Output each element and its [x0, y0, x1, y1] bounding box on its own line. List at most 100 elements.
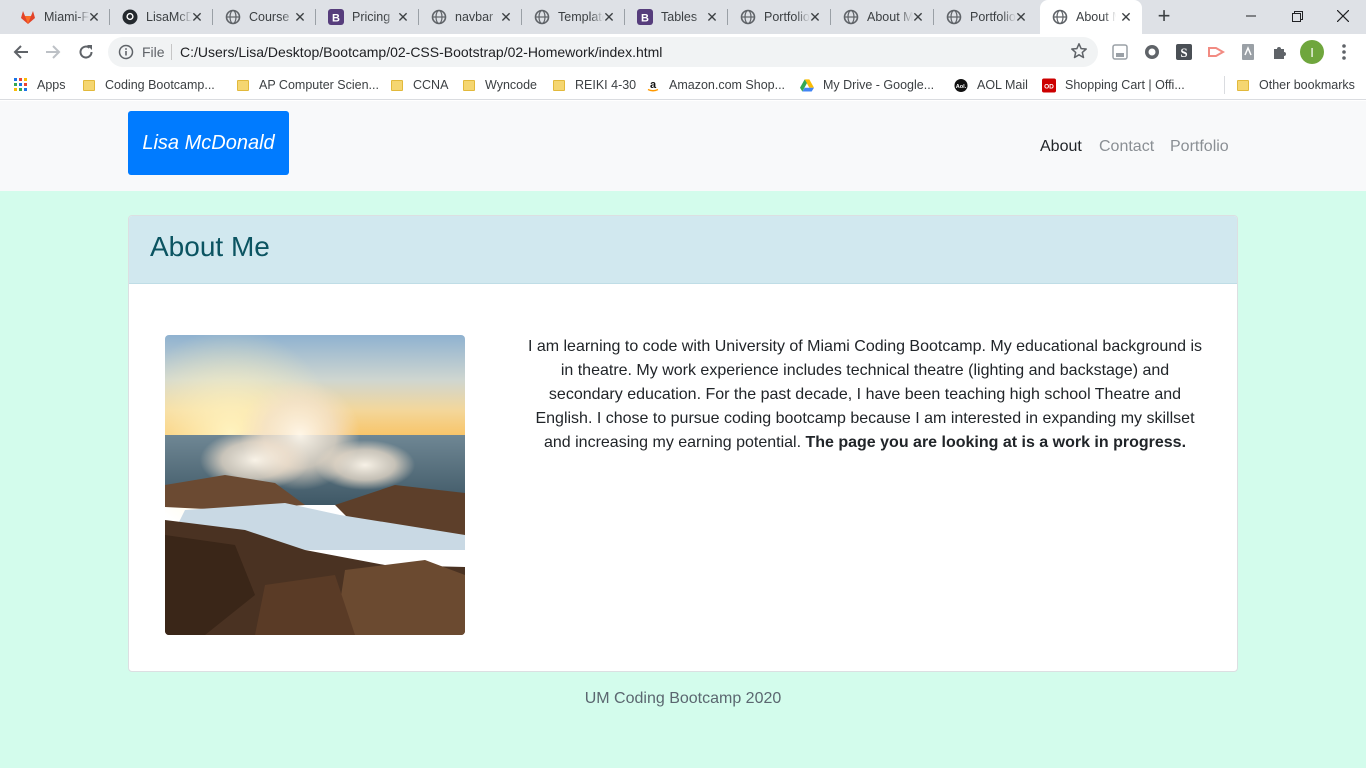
tab-title: Miami-FL: [44, 10, 90, 24]
close-icon[interactable]: ✕: [1118, 9, 1134, 25]
bookmark-folder[interactable]: CCNA: [390, 76, 448, 94]
close-window-button[interactable]: [1320, 0, 1366, 32]
bookmark-folder[interactable]: Wyncode: [462, 76, 537, 94]
tab-title: About Me: [1076, 10, 1116, 24]
browser-tab[interactable]: Portfolio ✕: [934, 0, 1037, 34]
site-navbar: Lisa McDonald About Contact Portfolio: [0, 101, 1366, 191]
bookmark-label: Amazon.com Shop...: [669, 78, 786, 92]
globe-icon: [534, 9, 550, 25]
more-menu-icon[interactable]: [1334, 42, 1354, 62]
about-card: About Me I am learning to code with Univ…: [128, 215, 1238, 672]
browser-tab[interactable]: LisaMcDonald ✕: [110, 0, 213, 34]
browser-tab-active[interactable]: About Me ✕: [1040, 0, 1142, 34]
globe-icon: [1052, 9, 1068, 25]
browser-tab[interactable]: B Tables ✕: [625, 0, 728, 34]
close-icon[interactable]: ✕: [807, 9, 823, 25]
card-header: About Me: [129, 216, 1237, 284]
globe-icon: [431, 9, 447, 25]
github-icon: [122, 9, 138, 25]
close-icon: [1337, 10, 1349, 22]
reload-icon: [79, 45, 93, 59]
gitlab-icon: [20, 9, 36, 25]
bookmark-star-icon[interactable]: [1070, 42, 1088, 65]
bookmark-label: My Drive - Google...: [823, 78, 935, 92]
folder-icon: [1236, 78, 1250, 92]
svg-text:S: S: [1180, 45, 1187, 60]
close-icon[interactable]: ✕: [189, 9, 205, 25]
bookmark-aol[interactable]: Aol. AOL Mail: [954, 76, 1028, 94]
bookmark-folder[interactable]: REIKI 4-30: [552, 76, 636, 94]
forward-button[interactable]: [39, 38, 67, 66]
reload-button[interactable]: [72, 38, 100, 66]
minimize-icon: [1246, 15, 1256, 17]
bookmark-folder[interactable]: AP Computer Scien...: [236, 76, 379, 94]
tab-title: Pricing: [352, 10, 391, 24]
extension-arrow-icon[interactable]: [1206, 42, 1226, 62]
profile-initial: I: [1310, 44, 1314, 60]
folder-icon: [236, 78, 250, 92]
tab-title: Course: [249, 10, 290, 24]
close-icon[interactable]: ✕: [601, 9, 617, 25]
minimize-button[interactable]: [1228, 0, 1274, 32]
bookmark-amazon[interactable]: a Amazon.com Shop...: [646, 76, 785, 94]
close-icon[interactable]: ✕: [292, 9, 308, 25]
restore-button[interactable]: [1274, 0, 1320, 32]
nav-link-portfolio[interactable]: Portfolio: [1170, 138, 1229, 156]
bookmark-other[interactable]: Other bookmarks: [1236, 76, 1355, 94]
tab-strip: Miami-FL ✕ LisaMcDonald ✕ Course ✕ B Pri…: [0, 0, 1366, 34]
browser-toolbar: File C:/Users/Lisa/Desktop/Bootcamp/02-C…: [0, 34, 1366, 70]
new-tab-button[interactable]: +: [1152, 5, 1176, 29]
tab-title: About Me: [867, 10, 913, 24]
bookmark-google-drive[interactable]: My Drive - Google...: [800, 76, 934, 94]
bookmark-label: Apps: [37, 78, 66, 92]
tab-title: Templates: [558, 10, 604, 24]
close-icon[interactable]: ✕: [395, 9, 411, 25]
info-icon[interactable]: [118, 44, 134, 65]
back-button[interactable]: [7, 38, 35, 66]
bookmark-apps[interactable]: Apps: [14, 76, 66, 94]
bio-paragraph: I am learning to code with University of…: [525, 335, 1205, 455]
scheme-label: File: [142, 44, 165, 60]
page-content: Lisa McDonald About Contact Portfolio Ab…: [0, 101, 1366, 768]
browser-tab[interactable]: Portfolio ✕: [728, 0, 831, 34]
browser-tab[interactable]: navbar ✕: [419, 0, 522, 34]
address-bar[interactable]: File C:/Users/Lisa/Desktop/Bootcamp/02-C…: [108, 37, 1098, 67]
globe-icon: [225, 9, 241, 25]
brand-logo[interactable]: Lisa McDonald: [128, 111, 289, 175]
url-text[interactable]: C:/Users/Lisa/Desktop/Bootcamp/02-CSS-Bo…: [180, 44, 662, 60]
bootstrap-icon: B: [328, 9, 344, 25]
browser-tab[interactable]: Course ✕: [213, 0, 316, 34]
browser-tab[interactable]: Templates ✕: [522, 0, 625, 34]
bookmark-office-depot[interactable]: OD Shopping Cart | Offi...: [1042, 76, 1185, 94]
tab-title: navbar: [455, 10, 494, 24]
folder-icon: [552, 78, 566, 92]
browser-tab[interactable]: About Me ✕: [831, 0, 934, 34]
bookmark-folder[interactable]: Coding Bootcamp...: [82, 76, 215, 94]
close-icon[interactable]: ✕: [1013, 9, 1029, 25]
google-drive-icon: [800, 78, 814, 92]
close-icon[interactable]: ✕: [910, 9, 926, 25]
close-icon[interactable]: ✕: [86, 9, 102, 25]
globe-icon: [843, 9, 859, 25]
folder-icon: [390, 78, 404, 92]
browser-tab[interactable]: Miami-FL ✕: [8, 0, 110, 34]
extension-save-icon[interactable]: [1110, 42, 1130, 62]
profile-avatar[interactable]: I: [1300, 40, 1324, 64]
svg-text:a: a: [650, 79, 657, 91]
folder-icon: [462, 78, 476, 92]
svg-text:Aol.: Aol.: [956, 83, 967, 89]
extension-pdf-icon[interactable]: [1238, 42, 1258, 62]
extension-s-icon[interactable]: S: [1174, 42, 1194, 62]
bookmark-label: REIKI 4-30: [575, 78, 637, 92]
nav-link-contact[interactable]: Contact: [1099, 138, 1154, 156]
arrow-right-icon: [46, 45, 61, 59]
nav-link-about[interactable]: About: [1040, 138, 1082, 156]
browser-tab[interactable]: B Pricing ✕: [316, 0, 419, 34]
address-divider: [171, 44, 172, 60]
apps-grid-icon: [14, 78, 28, 92]
extension-circle-icon[interactable]: [1142, 42, 1162, 62]
puzzle-icon[interactable]: [1270, 42, 1290, 62]
close-icon[interactable]: ✕: [498, 9, 514, 25]
close-icon[interactable]: ✕: [704, 9, 720, 25]
aol-icon: Aol.: [954, 78, 968, 92]
